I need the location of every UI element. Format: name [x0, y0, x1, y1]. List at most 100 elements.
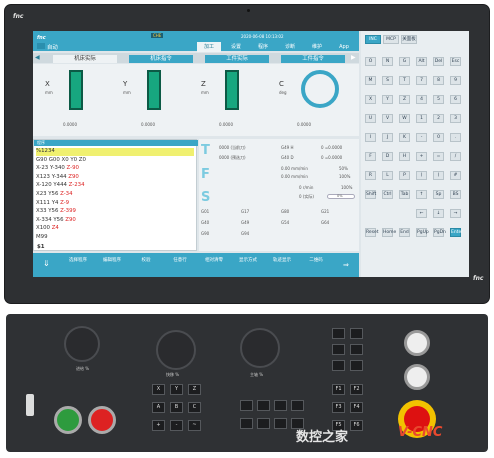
- key[interactable]: S: [382, 76, 393, 85]
- key[interactable]: End: [399, 228, 410, 237]
- key[interactable]: →: [450, 209, 461, 218]
- key[interactable]: 1: [416, 114, 427, 123]
- key[interactable]: Ctrl: [382, 190, 393, 199]
- key[interactable]: Z: [399, 95, 410, 104]
- softkey-6[interactable]: 轨迹显示: [267, 258, 297, 264]
- softkey-5[interactable]: 显示方式: [233, 258, 263, 264]
- function-icon-key[interactable]: [274, 400, 287, 411]
- key[interactable]: D: [382, 152, 393, 161]
- axis-key[interactable]: X: [152, 384, 165, 395]
- mode-key-icon[interactable]: [332, 344, 345, 355]
- key[interactable]: U: [365, 114, 376, 123]
- spindle-override-knob[interactable]: [240, 328, 280, 368]
- mode-key-icon[interactable]: [332, 328, 345, 339]
- key[interactable]: I: [365, 133, 376, 142]
- function-icon-key[interactable]: [257, 400, 270, 411]
- power-off-button[interactable]: [404, 364, 430, 390]
- key[interactable]: ←: [416, 209, 427, 218]
- f-key[interactable]: F1: [332, 384, 345, 395]
- rapid-override-knob[interactable]: [156, 330, 196, 370]
- key[interactable]: 6: [450, 95, 461, 104]
- key[interactable]: Del: [433, 57, 444, 66]
- key[interactable]: P: [399, 171, 410, 180]
- tab-5[interactable]: App: [332, 42, 356, 52]
- key[interactable]: /: [450, 152, 461, 161]
- axis-key[interactable]: ~: [188, 420, 201, 431]
- key[interactable]: 0: [433, 133, 444, 142]
- softkey-0[interactable]: 选择程序: [63, 258, 93, 264]
- key[interactable]: Sp: [433, 190, 444, 199]
- function-icon-key[interactable]: [274, 418, 287, 429]
- mode-key-icon[interactable]: [332, 360, 345, 371]
- softkey-3[interactable]: 任意行: [165, 258, 195, 264]
- key[interactable]: #: [450, 171, 461, 180]
- key[interactable]: Enter: [450, 228, 463, 237]
- keypad-mode-0[interactable]: INC: [365, 35, 381, 44]
- key[interactable]: Shift: [365, 190, 376, 199]
- key[interactable]: Alt: [416, 57, 427, 66]
- f-key[interactable]: F3: [332, 402, 345, 413]
- key[interactable]: +: [416, 152, 427, 161]
- key[interactable]: BS: [450, 190, 461, 199]
- key[interactable]: T: [399, 76, 410, 85]
- coord-prev-icon[interactable]: ◀: [35, 54, 40, 61]
- key[interactable]: Esc: [450, 57, 461, 66]
- key[interactable]: X: [365, 95, 376, 104]
- key[interactable]: =: [433, 152, 444, 161]
- softkey-1[interactable]: 编辑程序: [97, 258, 127, 264]
- feed-hold-button[interactable]: [88, 406, 116, 434]
- key[interactable]: (: [416, 171, 427, 180]
- function-icon-key[interactable]: [240, 400, 253, 411]
- axis-key[interactable]: A: [152, 402, 165, 413]
- key[interactable]: -: [416, 133, 427, 142]
- key[interactable]: PgUp: [416, 228, 429, 237]
- key[interactable]: M: [365, 76, 376, 85]
- key[interactable]: V: [382, 114, 393, 123]
- key[interactable]: 8: [433, 76, 444, 85]
- axis-key[interactable]: +: [152, 420, 165, 431]
- key[interactable]: Tab: [399, 190, 410, 199]
- coord-tab-1[interactable]: 机床指令: [129, 55, 193, 63]
- tab-3[interactable]: 诊断: [278, 42, 302, 52]
- usb-port[interactable]: [26, 394, 34, 416]
- tab-4[interactable]: 维护: [305, 42, 329, 52]
- key[interactable]: W: [399, 114, 410, 123]
- softkey-2[interactable]: 校验: [131, 258, 161, 264]
- key[interactable]: Y: [382, 95, 393, 104]
- key[interactable]: 4: [416, 95, 427, 104]
- key[interactable]: K: [399, 133, 410, 142]
- key[interactable]: 9: [450, 76, 461, 85]
- coord-next-icon[interactable]: ▶: [351, 54, 356, 61]
- mode-key-icon[interactable]: [350, 328, 363, 339]
- key[interactable]: 7: [416, 76, 427, 85]
- key[interactable]: O: [365, 57, 376, 66]
- coord-tab-2[interactable]: 工件实际: [205, 55, 269, 63]
- softkey-7[interactable]: 二维码: [301, 258, 331, 264]
- f-key[interactable]: F6: [350, 420, 363, 431]
- axis-key[interactable]: -: [170, 420, 183, 431]
- f-key[interactable]: F2: [350, 384, 363, 395]
- tab-0[interactable]: 加工: [197, 42, 221, 52]
- mode-key-icon[interactable]: [350, 360, 363, 371]
- axis-key[interactable]: Z: [188, 384, 201, 395]
- key[interactable]: ): [433, 171, 444, 180]
- keypad-mode-2[interactable]: 关面板: [401, 35, 417, 44]
- softkey-4[interactable]: 相对清零: [199, 258, 229, 264]
- key[interactable]: G: [399, 57, 410, 66]
- feed-override-knob[interactable]: [64, 326, 100, 362]
- function-icon-key[interactable]: [257, 418, 270, 429]
- coord-tab-0[interactable]: 机床实际: [53, 55, 117, 63]
- axis-key[interactable]: C: [188, 402, 201, 413]
- function-icon-key[interactable]: [240, 418, 253, 429]
- cycle-start-button[interactable]: [54, 406, 82, 434]
- key[interactable]: ↓: [433, 209, 444, 218]
- key[interactable]: L: [382, 171, 393, 180]
- key[interactable]: H: [399, 152, 410, 161]
- key[interactable]: 3: [450, 114, 461, 123]
- axis-key[interactable]: Y: [170, 384, 183, 395]
- softkey-back-icon[interactable]: ⇓: [43, 259, 50, 268]
- key[interactable]: 2: [433, 114, 444, 123]
- key[interactable]: ↑: [416, 190, 427, 199]
- tab-2[interactable]: 程序: [251, 42, 275, 52]
- tab-1[interactable]: 设置: [224, 42, 248, 52]
